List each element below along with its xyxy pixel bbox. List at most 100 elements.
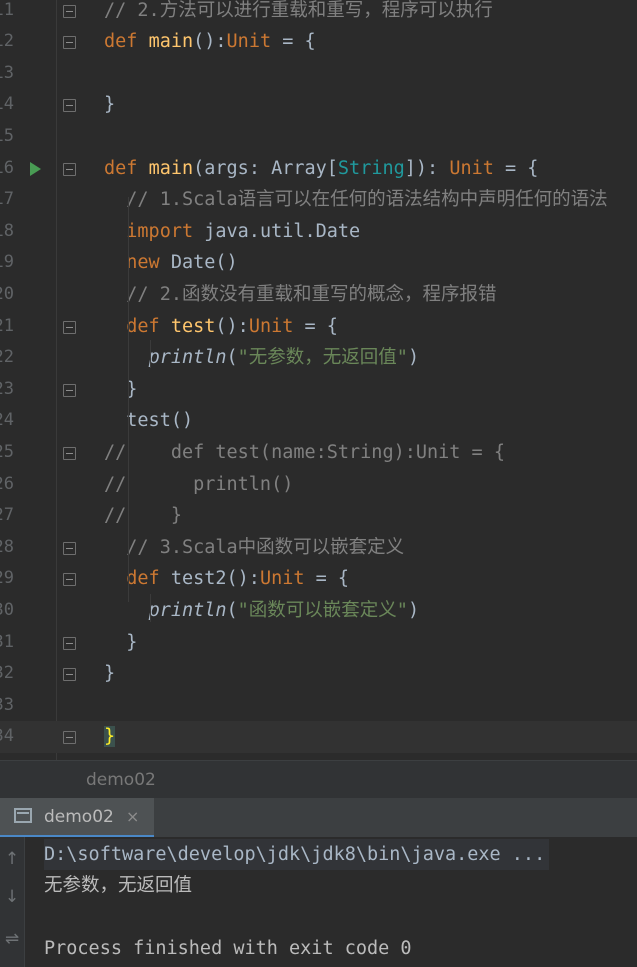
fold-end-icon[interactable] <box>63 99 76 113</box>
console-output[interactable]: ↑ ↓ ⇌ D:\software\develop\jdk\jdk8\bin\j… <box>0 837 637 967</box>
code-line[interactable]: 15 <box>0 121 637 153</box>
code-token: Date() <box>170 252 238 274</box>
code-line[interactable]: 31 } <box>0 627 637 659</box>
code-token: ( <box>226 347 238 369</box>
code-token: test() <box>104 410 194 432</box>
code-token: main <box>148 157 194 179</box>
code-token: ( <box>226 599 238 621</box>
code-line[interactable]: 13 <box>0 58 637 90</box>
code-token: Unit <box>259 568 305 590</box>
line-number: 31 <box>0 631 14 652</box>
code-text: // 3.Scala中函数可以嵌套定义 <box>104 532 404 564</box>
indent-guide <box>128 197 129 602</box>
code-token: test <box>170 315 216 337</box>
code-text: // 2.方法可以进行重载和重写，程序可以执行 <box>104 0 493 26</box>
line-number: 18 <box>0 220 14 241</box>
line-number: 21 <box>0 315 14 336</box>
code-line[interactable]: 21 def test():Unit = { <box>0 311 637 343</box>
code-token: } <box>104 378 138 400</box>
code-text: def main():Unit = { <box>104 26 316 58</box>
line-number: 13 <box>0 62 14 83</box>
code-text: test() <box>104 405 193 437</box>
line-number: 27 <box>0 505 14 526</box>
line-number: 19 <box>0 252 14 273</box>
close-tab-icon[interactable]: × <box>126 798 139 836</box>
soft-wrap-icon[interactable]: ⇌ <box>0 929 24 949</box>
code-line[interactable]: 18 import java.util.Date <box>0 216 637 248</box>
code-token: (): <box>193 31 227 53</box>
code-token: import <box>104 220 205 242</box>
line-number: 25 <box>0 441 14 462</box>
run-tool-header: demo02 × <box>0 798 637 838</box>
code-token: new <box>104 252 171 274</box>
line-number: 11 <box>0 0 14 20</box>
code-token: } <box>104 631 138 653</box>
line-number: 20 <box>0 283 14 304</box>
code-token: test2 <box>170 568 227 590</box>
fold-end-icon[interactable] <box>63 731 76 745</box>
code-text: def main(args: Array[String]): Unit = { <box>104 153 538 185</box>
code-token: // println() <box>104 473 294 495</box>
code-text: new Date() <box>104 247 238 279</box>
code-line[interactable]: 17 // 1.Scala语言可以在任何的语法结构中声明任何的语法 <box>0 184 637 216</box>
code-line[interactable]: 27 // } <box>0 500 637 532</box>
code-line[interactable]: 20 // 2.函数没有重载和重写的概念，程序报错 <box>0 279 637 311</box>
code-line[interactable]: 22 println("无参数，无返回值") <box>0 342 637 374</box>
fold-end-icon[interactable] <box>63 636 76 650</box>
run-tab-demo02[interactable]: demo02 × <box>0 798 154 837</box>
code-token: main <box>148 31 194 53</box>
code-token: def <box>104 315 171 337</box>
code-token: = { <box>271 31 316 53</box>
code-token: ) <box>407 599 420 621</box>
fold-expanded-icon[interactable] <box>63 36 76 50</box>
fold-end-icon[interactable] <box>63 4 76 18</box>
code-text: import java.util.Date <box>104 216 360 248</box>
code-token: "无参数，无返回值" <box>237 347 408 369</box>
line-number: 15 <box>0 125 14 146</box>
code-token: // 2.函数没有重载和重写的概念，程序报错 <box>104 283 497 305</box>
console-exit-line: Process finished with exit code 0 <box>44 938 412 959</box>
code-line[interactable]: 25 // def test(name:String):Unit = { <box>0 437 637 469</box>
code-line[interactable]: 34} <box>0 721 637 753</box>
line-number: 14 <box>0 94 14 115</box>
code-line[interactable]: 28 // 3.Scala中函数可以嵌套定义 <box>0 532 637 564</box>
code-line[interactable]: 24 test() <box>0 405 637 437</box>
code-token: (args: Array[ <box>193 157 338 179</box>
code-line[interactable]: 16 def main(args: Array[String]): Unit = … <box>0 153 637 185</box>
code-editor[interactable]: 11 // 2.方法可以进行重载和重写，程序可以执行 12def main():Un… <box>0 0 637 760</box>
run-tab-label: demo02 <box>44 807 114 827</box>
code-text: // println() <box>104 469 293 501</box>
code-line[interactable]: 32} <box>0 658 637 690</box>
scroll-up-icon[interactable]: ↑ <box>0 849 24 869</box>
fold-expanded-icon[interactable] <box>63 320 76 334</box>
code-line[interactable]: 11 // 2.方法可以进行重载和重写，程序可以执行 <box>0 0 637 26</box>
code-token: java.util.Date <box>204 220 361 242</box>
code-line[interactable]: 19 new Date() <box>0 247 637 279</box>
fold-expanded-icon[interactable] <box>63 162 76 176</box>
fold-end-icon[interactable] <box>63 383 76 397</box>
code-line[interactable]: 29 def test2():Unit = { <box>0 563 637 595</box>
fold-expanded-icon[interactable] <box>63 573 76 587</box>
run-gutter-icon[interactable] <box>30 161 41 176</box>
code-line[interactable]: 30 println("函数可以嵌套定义") <box>0 595 637 627</box>
code-line[interactable]: 33 <box>0 690 637 722</box>
indent-guide <box>150 594 151 622</box>
code-line[interactable]: 23 } <box>0 374 637 406</box>
code-text: // 2.函数没有重载和重写的概念，程序报错 <box>104 279 496 311</box>
breadcrumb-bar: demo02 <box>0 760 637 799</box>
code-token: ) <box>407 347 420 369</box>
breadcrumb[interactable]: demo02 <box>86 761 156 799</box>
code-text: // } <box>104 500 182 532</box>
code-line[interactable]: 14} <box>0 89 637 121</box>
code-token: (): <box>226 568 260 590</box>
scroll-down-icon[interactable]: ↓ <box>0 887 24 907</box>
code-token: "函数可以嵌套定义" <box>237 599 408 621</box>
line-number: 32 <box>0 663 14 684</box>
code-line[interactable]: 12 def main():Unit = { <box>0 26 637 58</box>
code-line[interactable]: 26 // println() <box>0 469 637 501</box>
fold-expanded-icon[interactable] <box>63 446 76 460</box>
fold-end-icon[interactable] <box>63 541 76 555</box>
code-token: // 2.方法可以进行重载和重写，程序可以执行 <box>104 0 493 21</box>
fold-end-icon[interactable] <box>63 668 76 682</box>
